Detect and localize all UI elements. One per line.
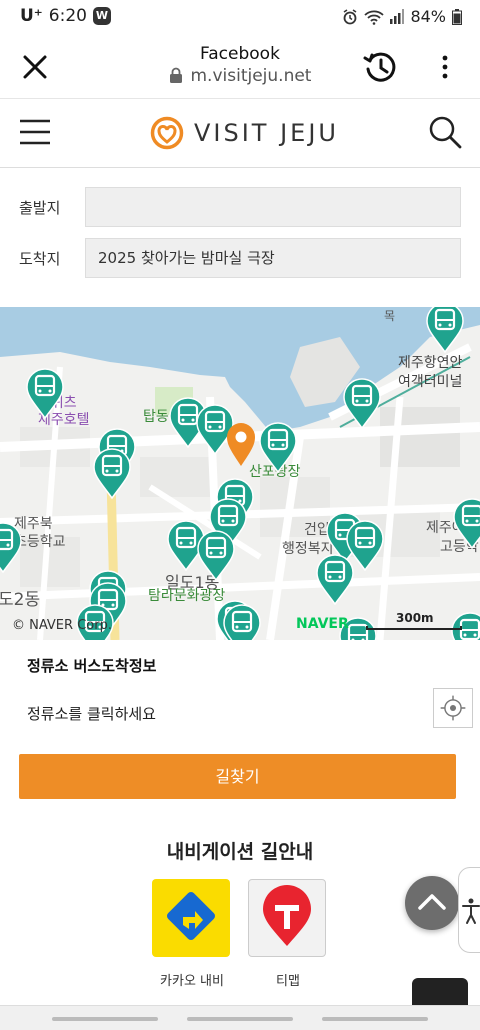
kakao-navi-icon bbox=[167, 892, 215, 940]
system-nav-bar bbox=[0, 1005, 480, 1030]
block bbox=[140, 457, 210, 497]
kakao-navi-tile[interactable] bbox=[152, 879, 230, 957]
carrier-label: U⁺ bbox=[20, 6, 43, 26]
battery-percent: 84% bbox=[410, 7, 446, 26]
site-header: VISIT JEJU bbox=[0, 99, 480, 168]
tmap-app[interactable]: 티맵 bbox=[248, 879, 328, 989]
map-copyright: © NAVER Corp. bbox=[12, 618, 112, 633]
find-route-button[interactable]: 길찾기 bbox=[19, 754, 456, 799]
destination-field[interactable]: 2025 찾아가는 밤마실 극장 bbox=[85, 238, 461, 278]
map-label-dong2: 도2동 bbox=[0, 590, 41, 610]
origin-label: 출발지 bbox=[19, 199, 61, 217]
lock-icon bbox=[169, 67, 182, 83]
tmap-label: 티맵 bbox=[276, 974, 300, 989]
origin-field[interactable] bbox=[85, 187, 461, 227]
accessibility-icon bbox=[462, 898, 480, 924]
accessibility-button[interactable] bbox=[458, 867, 480, 953]
map-label-port-1: 제주항연안 bbox=[398, 355, 463, 371]
bus-stop-marker-icon[interactable] bbox=[92, 447, 132, 499]
naver-logo: NAVER bbox=[296, 616, 349, 632]
bus-stop-marker-icon[interactable] bbox=[342, 377, 382, 429]
destination-label: 도착지 bbox=[19, 250, 61, 268]
bus-stop-marker-icon[interactable] bbox=[452, 497, 480, 549]
status-bar: U⁺ 6:20 W 84% bbox=[0, 0, 480, 36]
map-label-tapdong: 탑동 bbox=[143, 409, 169, 425]
bus-stop-marker-icon[interactable] bbox=[196, 529, 236, 581]
url-text: m.visitjeju.net bbox=[190, 66, 312, 86]
scale-label: 300m bbox=[396, 611, 434, 625]
navigation-title: 내비게이션 길안내 bbox=[166, 841, 314, 863]
tmap-tile[interactable] bbox=[248, 879, 326, 957]
search-icon[interactable] bbox=[428, 115, 462, 149]
scroll-top-button[interactable] bbox=[405, 876, 459, 930]
menu-icon[interactable] bbox=[18, 117, 52, 147]
bus-stop-marker-icon[interactable] bbox=[222, 603, 262, 640]
bus-stop-marker-icon[interactable] bbox=[258, 421, 298, 473]
kakao-navi-app[interactable]: 카카오 내비 bbox=[152, 879, 232, 989]
alarm-icon bbox=[343, 8, 357, 24]
bus-stop-marker-icon[interactable] bbox=[25, 367, 65, 419]
chevron-up-icon bbox=[418, 894, 446, 910]
logo-text: VISIT JEJU bbox=[194, 119, 339, 147]
tmap-icon bbox=[263, 885, 311, 946]
app-notification-icon: W bbox=[92, 7, 111, 25]
bus-stop-marker-icon[interactable] bbox=[0, 521, 23, 573]
kakao-navi-label: 카카오 내비 bbox=[160, 974, 224, 989]
signal-icon bbox=[390, 9, 405, 24]
map-label-port-2: 여객터미널 bbox=[398, 374, 463, 390]
destination-row: 도착지 2025 찾아가는 밤마실 극장 bbox=[0, 238, 480, 278]
history-icon[interactable] bbox=[362, 48, 400, 86]
status-right: 84% bbox=[342, 7, 462, 26]
map-scale: 300m bbox=[366, 611, 462, 630]
nav-pill[interactable] bbox=[52, 1017, 158, 1021]
bus-info-title: 정류소 버스도착정보 bbox=[27, 657, 157, 675]
current-location-icon[interactable] bbox=[433, 688, 473, 728]
nav-pill[interactable] bbox=[322, 1017, 428, 1021]
browser-toolbar: Facebook m.visitjeju.net bbox=[0, 36, 480, 99]
bus-info-message: 정류소를 클릭하세요 bbox=[27, 705, 156, 723]
scale-bar bbox=[366, 626, 462, 630]
destination-marker-icon[interactable] bbox=[225, 421, 257, 467]
origin-row: 출발지 bbox=[0, 187, 480, 227]
map-label-mok: 목 bbox=[384, 309, 396, 323]
wifi-icon bbox=[364, 10, 385, 25]
more-options-icon[interactable] bbox=[436, 52, 454, 82]
browser-page-title: Facebook bbox=[200, 44, 280, 64]
bus-stop-marker-icon[interactable] bbox=[315, 553, 355, 605]
map-label-tamla: 탐라문화광장 bbox=[148, 588, 226, 604]
browser-url[interactable]: m.visitjeju.net bbox=[0, 66, 480, 86]
map-view[interactable]: 스위츠 제주호텔 제주항연안 여객터미널 탑동 산포광장 제주북 초등학교 건입… bbox=[0, 307, 480, 640]
bus-stop-marker-icon[interactable] bbox=[425, 307, 465, 353]
battery-icon bbox=[452, 8, 462, 25]
jeju-logo-icon bbox=[150, 116, 184, 150]
clock: 6:20 bbox=[48, 6, 87, 26]
nav-pill[interactable] bbox=[187, 1017, 293, 1021]
status-left: U⁺ 6:20 W bbox=[20, 6, 111, 26]
site-logo[interactable]: VISIT JEJU bbox=[150, 115, 339, 151]
